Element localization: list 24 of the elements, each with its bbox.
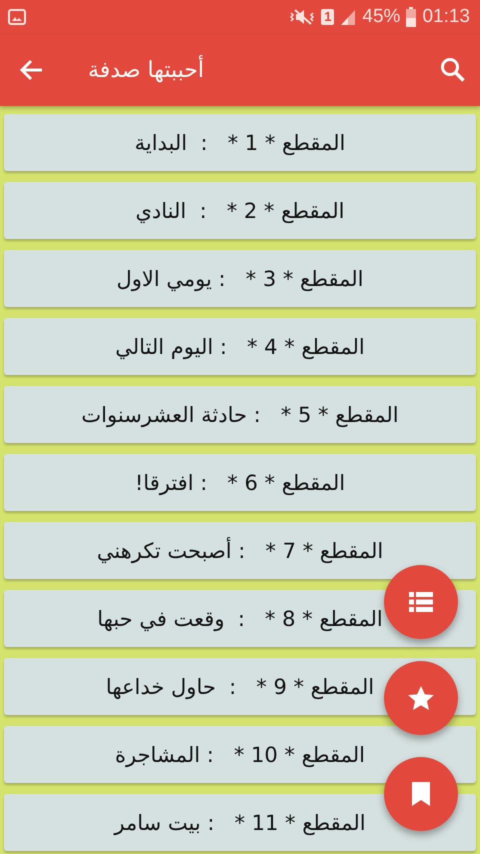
chapter-title[interactable]: المقطع * 2 * : النادي xyxy=(135,198,345,222)
chapter-title[interactable]: المقطع * 3 * : يومي الاول xyxy=(116,266,364,290)
chapter-title[interactable]: المقطع * 1 * : البداية xyxy=(134,130,346,154)
sim-icon: 1 xyxy=(321,9,334,25)
chapter-title[interactable]: المقطع * 10 * : المشاجرة xyxy=(114,742,366,766)
search-icon[interactable] xyxy=(440,57,466,83)
chapter-title[interactable]: المقطع * 11 * : بيت سامر xyxy=(114,810,366,834)
chapter-title[interactable]: المقطع * 9 * : حاول خداعها xyxy=(106,674,374,698)
signal-icon xyxy=(340,8,356,26)
battery-percentage: 45% xyxy=(362,6,400,28)
clock: 01:13 xyxy=(422,6,470,28)
battery-icon xyxy=(406,7,416,27)
mute-icon xyxy=(289,8,316,26)
chapter-title[interactable]: المقطع * 6 * : افترقا! xyxy=(134,470,346,494)
chapter-title[interactable]: المقطع * 5 * : حادثة العشرسنوات xyxy=(81,402,399,426)
gallery-icon xyxy=(8,9,26,25)
chapter-title[interactable]: المقطع * 4 * : اليوم التالي xyxy=(115,334,365,358)
chapter-title[interactable]: المقطع * 8 * : وقعت في حبها xyxy=(97,606,383,630)
bookmark-icon xyxy=(412,782,430,806)
chapter-title[interactable]: المقطع * 7 * : أصبحت تكرهني xyxy=(96,538,384,562)
back-arrow-icon[interactable] xyxy=(18,58,44,82)
star-icon xyxy=(408,686,434,710)
app-title: أحببتها صدفة xyxy=(88,58,204,82)
list-icon xyxy=(409,592,433,612)
